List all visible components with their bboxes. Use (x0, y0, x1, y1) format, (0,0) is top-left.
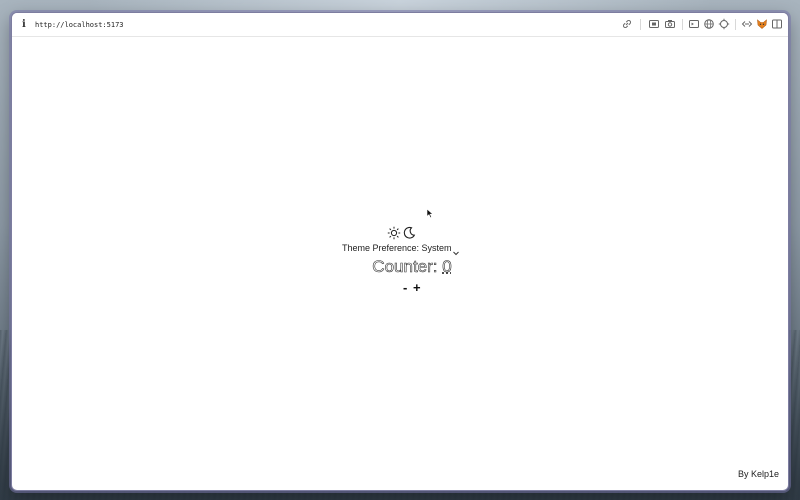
counter-display: Counter: 0 (362, 256, 462, 278)
terminal-icon[interactable] (688, 18, 700, 30)
screenshot-icon[interactable] (648, 18, 660, 30)
link-icon[interactable] (621, 18, 633, 30)
sun-icon[interactable] (387, 226, 401, 240)
camera-icon[interactable] (664, 18, 676, 30)
browser-toolbar: i http://localhost:5173 (12, 13, 788, 37)
moon-icon[interactable] (402, 226, 416, 240)
toolbar-separator (682, 19, 683, 30)
crosshair-icon[interactable] (718, 18, 730, 30)
increment-button[interactable]: + (413, 280, 421, 296)
fox-icon[interactable] (756, 18, 768, 30)
toolbar-separator (735, 19, 736, 30)
author-byline: By Kelp1e (737, 469, 779, 479)
theme-preference-label: Theme Preference: System (342, 243, 452, 253)
mouse-cursor-icon (426, 206, 434, 219)
counter-controls: - + (392, 280, 432, 296)
theme-preference-select[interactable]: Theme Preference: System (342, 241, 472, 256)
counter-value: 0 (442, 257, 452, 277)
browser-window: i http://localhost:5173 Theme Preference… (11, 12, 789, 491)
counter-label: Counter: (372, 257, 443, 277)
globe-icon[interactable] (703, 18, 715, 30)
theme-toggle (387, 226, 417, 242)
page-content: Theme Preference: System Counter: 0 - + … (12, 37, 788, 490)
decrement-button[interactable]: - (403, 280, 407, 296)
info-icon[interactable]: i (22, 18, 30, 31)
code-icon[interactable] (741, 18, 753, 30)
address-bar[interactable]: http://localhost:5173 (35, 19, 124, 31)
toolbar-separator (640, 19, 641, 30)
chevron-down-icon (452, 244, 460, 256)
sidebar-icon[interactable] (771, 18, 783, 30)
